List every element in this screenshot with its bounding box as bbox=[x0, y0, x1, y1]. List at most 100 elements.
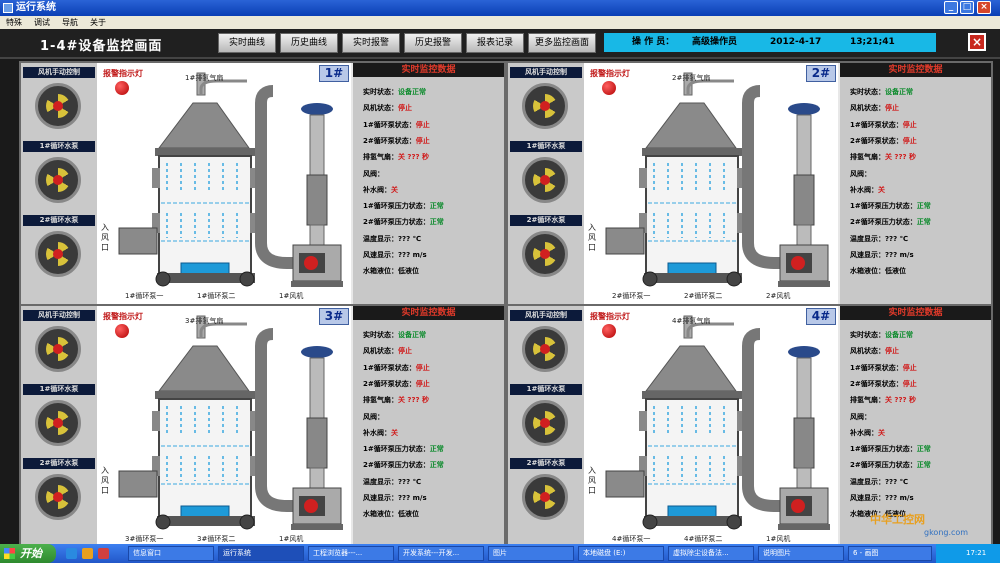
time-display: 13;21;41 bbox=[850, 37, 895, 47]
system-tray: 17:21 bbox=[936, 544, 1000, 563]
data-row-label: 风阀： bbox=[363, 412, 384, 421]
nav-report[interactable]: 报表记录 bbox=[466, 33, 524, 53]
data-row-label: 2#循环泵压力状态： bbox=[363, 218, 430, 227]
pump2-label: 1#循环泵二 bbox=[197, 292, 236, 300]
menu-debug[interactable]: 调试 bbox=[28, 16, 56, 29]
data-row-value: 关 bbox=[878, 428, 885, 437]
watermark-url: gkong.com bbox=[924, 528, 969, 537]
task-dev-system[interactable]: 开发系统---开发... bbox=[398, 546, 484, 561]
task-local-disk[interactable]: 本地磁盘 (E:) bbox=[578, 546, 664, 561]
task-paint[interactable]: 6 - 画图 bbox=[848, 546, 932, 561]
data-row-label: 1#循环泵压力状态： bbox=[850, 445, 917, 454]
data-row: 水箱液位：低液位 bbox=[850, 266, 990, 276]
fan-toggle-button[interactable] bbox=[522, 83, 568, 129]
data-row: 补水阀：关 bbox=[850, 185, 990, 195]
nav-history-curve[interactable]: 历史曲线 bbox=[280, 33, 338, 53]
fan-toggle-button[interactable] bbox=[35, 326, 81, 372]
data-row: 1#循环泵状态：停止 bbox=[850, 120, 990, 130]
pump1-toggle-button[interactable] bbox=[522, 157, 568, 203]
task-pictures[interactable]: 图片 bbox=[488, 546, 574, 561]
fan-manual-control-label: 风机手动控制 bbox=[510, 67, 582, 78]
ie-icon[interactable] bbox=[66, 548, 77, 559]
data-row: 温度显示：??? ℃ bbox=[363, 234, 503, 244]
pump2-control-label: 2#循环水泵 bbox=[510, 458, 582, 469]
device-panel-1: 风机手动控制 1#循环水泵 2#循环水泵 报警指示灯 1#排氢气扇 1# 入风口… bbox=[19, 61, 506, 307]
alarm-light-icon bbox=[115, 81, 129, 95]
device-number: 2# bbox=[806, 65, 836, 82]
date-display: 2012-4-17 bbox=[770, 37, 822, 47]
taskbar: 开始 信息窗口 运行系统 工程浏览器---... 开发系统---开发... 图片… bbox=[0, 544, 1000, 563]
task-dust-device[interactable]: 虚拟除尘设备法... bbox=[668, 546, 754, 561]
maximize-button[interactable]: □ bbox=[960, 1, 974, 14]
pump2-toggle-button[interactable] bbox=[35, 231, 81, 277]
data-row-value: ??? ℃ bbox=[885, 477, 909, 486]
fan-toggle-button[interactable] bbox=[522, 326, 568, 372]
pump2-toggle-button[interactable] bbox=[522, 231, 568, 277]
pump-hub-icon bbox=[540, 249, 550, 259]
realtime-data-column: 实时监控数据 实时状态：设备正常 风机状态：停止 1#循环泵状态：停止 2#循环泵状态… bbox=[353, 306, 504, 548]
air-inlet-label: 入风口 bbox=[101, 466, 109, 495]
nav-realtime-curve[interactable]: 实时曲线 bbox=[218, 33, 276, 53]
data-row-value: ??? m/s bbox=[885, 251, 914, 259]
data-row-value: 设备正常 bbox=[885, 331, 913, 339]
window-titlebar: 运行系统 _ □ × bbox=[0, 0, 1000, 16]
device-number: 4# bbox=[806, 308, 836, 325]
fan-toggle-button[interactable] bbox=[35, 83, 81, 129]
alarm-light-label: 报警指示灯 bbox=[590, 69, 630, 78]
menu-special[interactable]: 特殊 bbox=[0, 16, 28, 29]
pump2-label: 4#循环泵二 bbox=[684, 535, 723, 543]
start-button[interactable]: 开始 bbox=[0, 544, 56, 563]
exhaust-fan-label: 1#排氢气扇 bbox=[185, 74, 224, 82]
task-runtime[interactable]: 运行系统 bbox=[218, 546, 304, 561]
data-row-label: 补水阀： bbox=[850, 428, 878, 437]
task-description-pics[interactable]: 说明图片 bbox=[758, 546, 844, 561]
header-bar: 1-4#设备监控画面 实时曲线 历史曲线 实时报警 历史报警 报表记录 更多监控… bbox=[0, 29, 1000, 59]
pump2-toggle-button[interactable] bbox=[522, 474, 568, 520]
data-row-label: 1#循环泵压力状态： bbox=[850, 202, 917, 211]
pump2-toggle-button[interactable] bbox=[35, 474, 81, 520]
data-row-value: 停止 bbox=[398, 104, 412, 113]
alarm-light-label: 报警指示灯 bbox=[103, 312, 143, 321]
pump1-toggle-button[interactable] bbox=[35, 400, 81, 446]
menu-navigate[interactable]: 导航 bbox=[56, 16, 84, 29]
data-row-label: 2#循环泵状态： bbox=[363, 136, 416, 145]
data-row-label: 水箱液位： bbox=[850, 267, 885, 276]
data-row-value: 关 ??? 秒 bbox=[885, 396, 917, 405]
task-info-window[interactable]: 信息窗口 bbox=[128, 546, 214, 561]
data-row-label: 1#循环泵压力状态： bbox=[363, 202, 430, 211]
pump1-control-label: 1#循环水泵 bbox=[510, 384, 582, 395]
close-button[interactable]: × bbox=[977, 1, 991, 14]
pump1-toggle-button[interactable] bbox=[35, 157, 81, 203]
data-row-label: 风速显示： bbox=[363, 251, 398, 259]
fan-hub-icon bbox=[53, 344, 63, 354]
nav-realtime-alarm[interactable]: 实时报警 bbox=[342, 33, 400, 53]
data-row: 水箱液位：低液位 bbox=[363, 509, 503, 519]
nav-history-alarm[interactable]: 历史报警 bbox=[404, 33, 462, 53]
pump-hub-icon bbox=[53, 418, 63, 428]
menu-about[interactable]: 关于 bbox=[84, 16, 112, 29]
data-row: 补水阀：关 bbox=[850, 428, 990, 438]
data-row-value: 关 bbox=[878, 185, 885, 194]
pump-hub-icon bbox=[53, 249, 63, 259]
data-row: 风机状态：停止 bbox=[363, 346, 503, 356]
minimize-button[interactable]: _ bbox=[944, 1, 958, 14]
data-row-label: 2#循环泵压力状态： bbox=[363, 461, 430, 470]
data-row: 补水阀：关 bbox=[363, 185, 503, 195]
nav-more-screens[interactable]: 更多监控画面 bbox=[528, 33, 596, 53]
exit-button[interactable]: × bbox=[968, 33, 986, 51]
data-row: 风机状态：停止 bbox=[850, 346, 990, 356]
fan-hub-icon bbox=[540, 344, 550, 354]
media-icon[interactable] bbox=[98, 548, 109, 559]
pump1-toggle-button[interactable] bbox=[522, 400, 568, 446]
data-row-label: 1#循环泵状态： bbox=[850, 120, 903, 129]
task-project-browser[interactable]: 工程浏览器---... bbox=[308, 546, 394, 561]
app-icon bbox=[3, 3, 13, 13]
pump-hub-icon bbox=[53, 492, 63, 502]
data-row-label: 风阀： bbox=[363, 169, 384, 178]
data-row-label: 风机状态： bbox=[850, 347, 885, 356]
data-row-value: 停止 bbox=[415, 379, 430, 388]
data-row-label: 水箱液位： bbox=[363, 510, 398, 519]
fan-hub-icon bbox=[53, 101, 63, 111]
data-row: 1#循环泵压力状态：正常 bbox=[850, 201, 990, 211]
folder-icon[interactable] bbox=[82, 548, 93, 559]
